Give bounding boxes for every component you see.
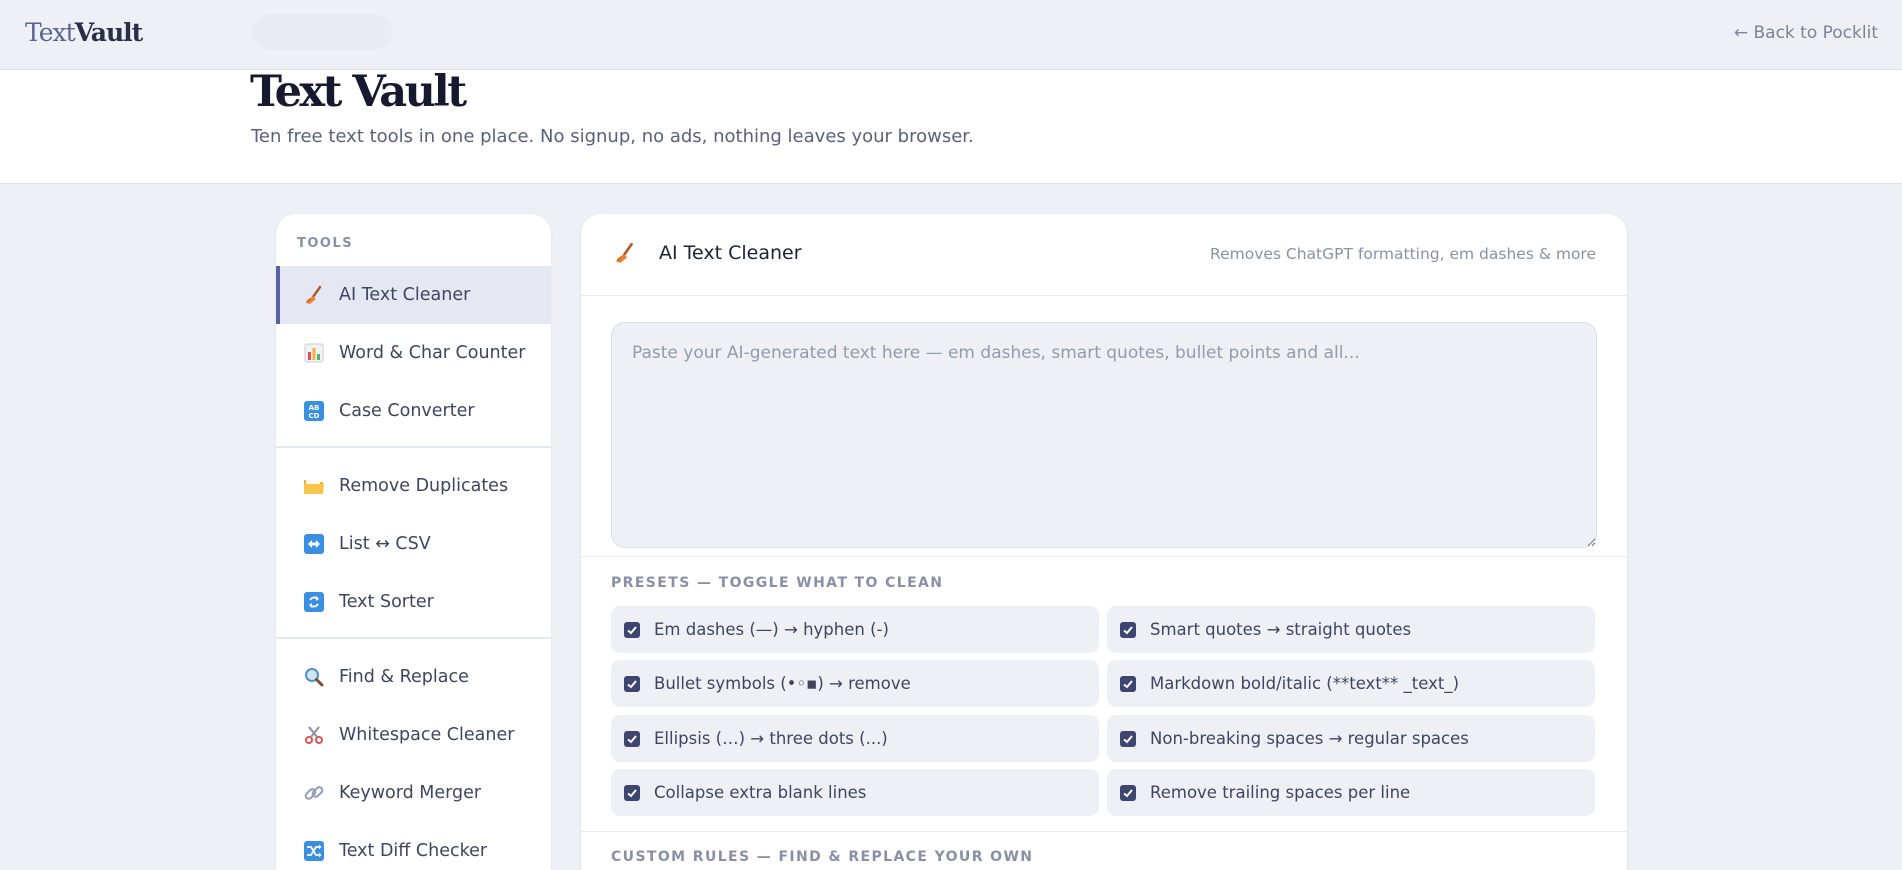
sidebar-item-text-sorter[interactable]: Text Sorter (276, 573, 551, 631)
sidebar-item-label: Remove Duplicates (339, 476, 509, 496)
section-divider (581, 556, 1627, 557)
preset-label: Non-breaking spaces → regular spaces (1150, 729, 1469, 748)
back-to-pocklit-link[interactable]: ← Back to Pocklit (1734, 23, 1878, 43)
tools-sidebar: TOOLS AI Text Cleaner Word & Char Counte… (276, 214, 551, 870)
presets-heading: PRESETS — TOGGLE WHAT TO CLEAN (611, 575, 944, 591)
preset-label: Markdown bold/italic (**text** _text_) (1150, 674, 1460, 693)
sidebar-item-text-diff-checker[interactable]: Text Diff Checker (276, 822, 551, 870)
preset-label: Em dashes (—) → hyphen (-) (654, 620, 889, 639)
checkbox-checked[interactable] (1120, 621, 1136, 638)
preset-label: Collapse extra blank lines (654, 783, 867, 802)
checkbox-checked[interactable] (624, 675, 640, 692)
bar-chart-icon (303, 342, 325, 364)
preset-label: Smart quotes → straight quotes (1150, 620, 1412, 639)
svg-text:CD: CD (309, 412, 320, 420)
hero-section: Text Vault Ten free text tools in one pl… (0, 67, 1902, 184)
link-icon (303, 782, 325, 804)
preset-non-breaking-spaces[interactable]: Non-breaking spaces → regular spaces (1107, 715, 1595, 762)
broom-icon (303, 284, 325, 306)
sidebar-item-keyword-merger[interactable]: Keyword Merger (276, 764, 551, 822)
page-subtitle: Ten free text tools in one place. No sig… (251, 126, 974, 147)
preset-markdown[interactable]: Markdown bold/italic (**text** _text_) (1107, 660, 1595, 707)
preset-label: Remove trailing spaces per line (1150, 783, 1411, 802)
scissors-icon (303, 724, 325, 746)
preset-em-dashes[interactable]: Em dashes (—) → hyphen (-) (611, 606, 1099, 653)
section-divider (581, 831, 1627, 832)
preset-trailing-spaces[interactable]: Remove trailing spaces per line (1107, 769, 1595, 816)
sidebar-item-remove-duplicates[interactable]: Remove Duplicates (276, 457, 551, 515)
sidebar-item-list-csv[interactable]: List ↔ CSV (276, 515, 551, 573)
sidebar-divider (276, 446, 551, 448)
preset-ellipsis[interactable]: Ellipsis (…) → three dots (...) (611, 715, 1099, 762)
top-bar: TextVault ← Back to Pocklit (0, 0, 1902, 70)
sidebar-divider (276, 637, 551, 639)
sidebar-heading: TOOLS (297, 236, 354, 251)
tool-description: Removes ChatGPT formatting, em dashes & … (1210, 245, 1596, 263)
checkbox-checked[interactable] (1120, 730, 1136, 747)
sidebar-item-label: Word & Char Counter (339, 343, 526, 363)
sidebar-item-label: List ↔ CSV (339, 534, 431, 554)
sidebar-item-label: Case Converter (339, 401, 475, 421)
tool-card: AI Text Cleaner Removes ChatGPT formatti… (581, 214, 1627, 870)
repeat-icon (303, 591, 325, 613)
logo[interactable]: TextVault (25, 18, 144, 47)
sidebar-item-word-char-counter[interactable]: Word & Char Counter (276, 324, 551, 382)
logo-text-light: Text (25, 18, 76, 47)
abcd-icon: AB CD (303, 400, 325, 422)
broom-icon (613, 241, 637, 271)
logo-text-bold: Vault (74, 18, 144, 47)
sidebar-item-label: Whitespace Cleaner (339, 725, 515, 745)
folder-icon (303, 475, 325, 497)
sidebar-item-whitespace-cleaner[interactable]: Whitespace Cleaner (276, 706, 551, 764)
sidebar-item-label: Keyword Merger (339, 783, 482, 803)
shuffle-icon (303, 840, 325, 862)
checkbox-checked[interactable] (1120, 784, 1136, 801)
text-input[interactable] (611, 322, 1597, 548)
sidebar-item-label: Find & Replace (339, 667, 469, 687)
checkbox-checked[interactable] (624, 784, 640, 801)
svg-text:AB: AB (309, 404, 320, 412)
sidebar-item-label: Text Sorter (339, 592, 434, 612)
preset-bullet-symbols[interactable]: Bullet symbols (•◦▪) → remove (611, 660, 1099, 707)
sidebar-item-case-converter[interactable]: AB CD Case Converter (276, 382, 551, 440)
left-right-arrow-icon (303, 533, 325, 555)
preset-smart-quotes[interactable]: Smart quotes → straight quotes (1107, 606, 1595, 653)
checkbox-checked[interactable] (624, 730, 640, 747)
tool-title: AI Text Cleaner (659, 242, 802, 264)
sidebar-item-label: AI Text Cleaner (339, 285, 471, 305)
sidebar-item-find-replace[interactable]: Find & Replace (276, 648, 551, 706)
checkbox-checked[interactable] (1120, 675, 1136, 692)
preset-label: Bullet symbols (•◦▪) → remove (654, 674, 911, 693)
nav-placeholder-pill (252, 14, 392, 50)
sidebar-item-label: Text Diff Checker (339, 841, 488, 861)
preset-label: Ellipsis (…) → three dots (...) (654, 729, 888, 748)
checkbox-checked[interactable] (624, 621, 640, 638)
preset-collapse-blank-lines[interactable]: Collapse extra blank lines (611, 769, 1099, 816)
page-title: Text Vault (250, 67, 467, 117)
custom-rules-heading: CUSTOM RULES — FIND & REPLACE YOUR OWN (611, 849, 1034, 865)
tool-header: AI Text Cleaner Removes ChatGPT formatti… (581, 214, 1627, 296)
sidebar-item-ai-text-cleaner[interactable]: AI Text Cleaner (276, 266, 551, 324)
magnifier-icon (303, 666, 325, 688)
